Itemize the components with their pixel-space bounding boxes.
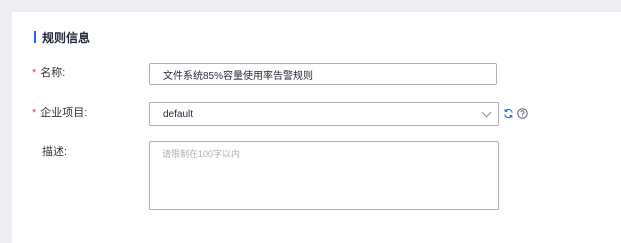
section-accent-bar — [34, 31, 36, 43]
chevron-down-icon — [481, 107, 492, 117]
description-textarea[interactable]: 请限制在100字以内 — [149, 141, 499, 210]
name-input[interactable]: 文件系统85%容量使用率告警规则 — [149, 63, 497, 85]
required-mark: * — [32, 107, 37, 119]
required-mark: * — [32, 67, 37, 79]
project-select-value: default — [163, 108, 194, 120]
rule-info-panel: 规则信息 * 名称: 文件系统85%容量使用率告警规则 * 企业项目: defaul… — [12, 12, 621, 243]
project-label-text: 企业项目: — [40, 107, 88, 119]
project-label: * 企业项目: — [32, 106, 87, 120]
section-header: 规则信息 — [34, 30, 91, 45]
refresh-icon[interactable] — [503, 108, 514, 119]
section-title: 规则信息 — [42, 30, 91, 45]
project-select[interactable]: default — [149, 102, 499, 126]
help-icon[interactable] — [517, 108, 528, 119]
description-placeholder: 请限制在100字以内 — [162, 149, 241, 159]
description-label-text: 描述: — [42, 146, 68, 158]
name-label: * 名称: — [32, 66, 65, 80]
name-label-text: 名称: — [40, 67, 66, 79]
description-label: 描述: — [42, 145, 67, 159]
name-input-value: 文件系统85%容量使用率告警规则 — [163, 70, 314, 82]
